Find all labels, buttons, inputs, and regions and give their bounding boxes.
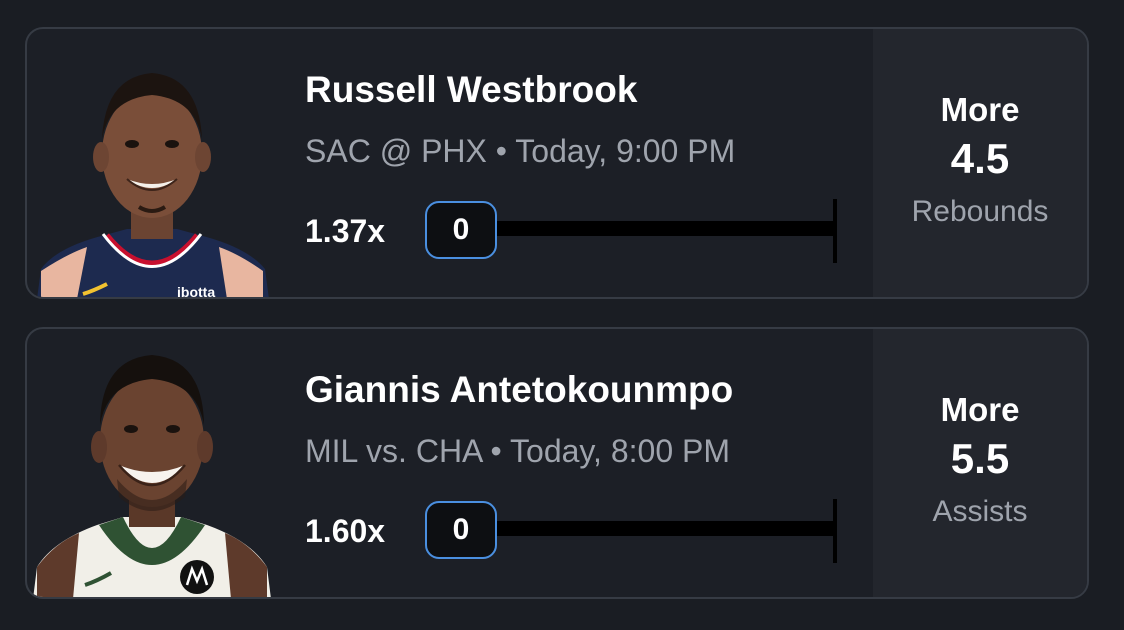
pick-direction: More xyxy=(940,391,1020,428)
stat-progress-bar xyxy=(497,221,835,236)
player-avatar xyxy=(27,329,277,597)
game-info: MIL vs. CHA • Today, 8:00 PM xyxy=(305,433,730,469)
player-photo-antetokounmpo xyxy=(33,355,271,597)
player-avatar: ibotta xyxy=(27,29,277,299)
stat-progress-bar xyxy=(497,521,835,536)
pick-stat-type: Assists xyxy=(932,495,1028,528)
progress-target-marker xyxy=(833,199,837,263)
pick-card[interactable]: Giannis Antetokounmpo MIL vs. CHA • Toda… xyxy=(25,327,1089,599)
pick-direction: More xyxy=(940,91,1020,128)
player-photo-westbrook: ibotta xyxy=(37,73,269,299)
payout-multiplier: 1.60x xyxy=(305,513,386,549)
payout-multiplier: 1.37x xyxy=(305,213,386,249)
jersey-sponsor: ibotta xyxy=(177,284,215,299)
current-stat-value: 0 xyxy=(425,501,497,559)
pick-selection-panel[interactable]: More 4.5 Rebounds xyxy=(873,29,1087,297)
player-name: Giannis Antetokounmpo xyxy=(305,369,734,410)
pick-line-value: 4.5 xyxy=(950,135,1010,182)
current-stat-value: 0 xyxy=(425,201,497,259)
progress-target-marker xyxy=(833,499,837,563)
player-name: Russell Westbrook xyxy=(305,69,638,110)
game-info: SAC @ PHX • Today, 9:00 PM xyxy=(305,133,736,169)
pick-selection-panel[interactable]: More 5.5 Assists xyxy=(873,329,1087,597)
pick-card[interactable]: ibotta Russell Westbrook SAC @ PHX • Tod… xyxy=(25,27,1089,299)
pick-line-value: 5.5 xyxy=(950,435,1010,482)
pick-stat-type: Rebounds xyxy=(911,195,1049,228)
pick-list: ibotta Russell Westbrook SAC @ PHX • Tod… xyxy=(0,0,1124,630)
